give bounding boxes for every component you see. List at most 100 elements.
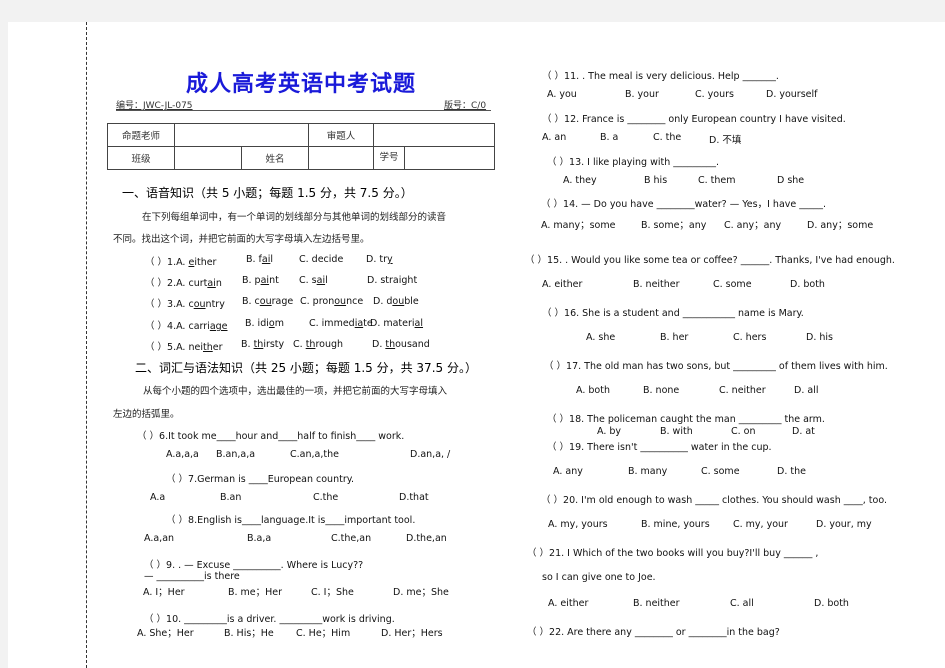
q20-option-d: D. your, my	[816, 519, 872, 530]
q12-option-a: A. an	[542, 132, 567, 143]
label-reviewer: 审题人	[308, 123, 374, 147]
question-number: （ ）5.A.	[145, 342, 189, 353]
info-table: 命题老师 审题人 班级 姓名 学号	[107, 123, 495, 170]
q8-option-a: A.a,an	[144, 533, 175, 544]
q15-option-c: C. some	[713, 279, 752, 290]
q4-option-b: B. idiom	[245, 318, 284, 329]
underlined-segment: th	[305, 339, 316, 350]
question-6-stem: （ ）6.It took me____hour and____half to f…	[137, 431, 405, 442]
question-number: （ ）2.A.	[145, 278, 189, 289]
underlined-segment: al	[414, 318, 424, 329]
info-row-1: 命题老师 审题人	[107, 123, 495, 147]
field-student-id[interactable]: 学号	[373, 146, 495, 170]
underlined-segment: age	[209, 321, 228, 332]
label-question-setter: 命题老师	[107, 123, 175, 147]
q13-option-c: C. them	[698, 175, 736, 186]
q6-option-a: A.a,a,a	[166, 449, 199, 460]
question-18-stem: （ ）18. The policeman caught the man ____…	[547, 414, 825, 425]
q21-option-d: D. both	[814, 598, 849, 609]
q15-option-d: D. both	[790, 279, 825, 290]
q14-option-c: C. any；any	[724, 220, 782, 231]
q4-option-c: C. immediate	[309, 318, 373, 329]
question-number: （ ）4.A.	[145, 321, 189, 332]
q4-option-a: （ ）4.A. carriage	[145, 321, 228, 332]
q11-option-d: D. yourself	[766, 89, 818, 100]
label-student-id: 学号	[374, 147, 405, 169]
q18-option-a: A. by	[597, 426, 622, 437]
underlined-segment: ou	[193, 299, 206, 310]
question-11-stem: （ ）11. . The meal is very delicious. Hel…	[542, 71, 779, 82]
underlined-segment: ou	[392, 296, 405, 307]
q9-option-c: C. I；She	[311, 587, 354, 598]
q5-option-c: C. through	[293, 339, 344, 350]
field-name[interactable]	[308, 146, 374, 170]
section2-heading: 二、词汇与语法知识（共 25 小题；每题 1.5 分，共 37.5 分。）	[135, 361, 477, 375]
q7-option-d: D.that	[399, 492, 429, 503]
q1-option-b: B. fail	[246, 254, 274, 265]
q9-option-a: A. I；Her	[143, 587, 185, 598]
q6-option-c: C.an,a,the	[290, 449, 339, 460]
label-class: 班级	[107, 146, 175, 170]
underlined-segment: ai	[207, 278, 216, 289]
q4-option-d: D. material	[370, 318, 424, 329]
question-15-stem: （ ）15. . Would you like some tea or coff…	[525, 255, 895, 266]
section2-instruction-1: 从每个小题的四个选项中，选出最佳的一项，并把它前面的大写字母填入	[143, 386, 448, 397]
section1-instruction-2: 不同。找出这个词，并把它前面的大写字母填入左边括号里。	[113, 234, 370, 245]
field-class[interactable]	[174, 146, 242, 170]
q3-option-b: B. courage	[242, 296, 294, 307]
q9-option-b: B. me；Her	[228, 587, 283, 598]
q21-option-a: A. either	[548, 598, 589, 609]
q12-option-d: D. 不填	[709, 135, 742, 146]
q20-option-b: B. mine, yours	[641, 519, 710, 530]
question-20-stem: （ ）20. I'm old enough to wash _____ clot…	[541, 495, 887, 506]
underlined-segment: th	[202, 342, 213, 353]
question-21-stem-2: so I can give one to Joe.	[542, 572, 656, 583]
section2-instruction-2: 左边的括弧里。	[113, 409, 180, 420]
q21-option-c: C. all	[730, 598, 754, 609]
q6-option-b: B.an,a,a	[216, 449, 256, 460]
q2-option-a: （ ）2.A. curtain	[145, 278, 222, 289]
student-id-input[interactable]	[405, 147, 494, 169]
question-19-stem: （ ）19. There isn't __________ water in t…	[547, 442, 772, 453]
q2-option-c: C. sail	[299, 275, 328, 286]
q15-option-b: B. neither	[633, 279, 680, 290]
q5-option-a: （ ）5.A. neither	[145, 342, 223, 353]
q10-option-a: A. She；Her	[137, 628, 194, 639]
q11-option-b: B. your	[625, 89, 659, 100]
q18-option-d: D. at	[792, 426, 815, 437]
q5-option-d: D. thousand	[372, 339, 430, 350]
underlined-segment: ia	[354, 318, 364, 329]
q7-option-a: A.a	[150, 492, 166, 503]
field-question-setter[interactable]	[174, 123, 309, 147]
question-14-stem: （ ）14. — Do you have ________water? — Ye…	[541, 199, 827, 210]
section1-heading: 一、语音知识（共 5 小题；每题 1.5 分，共 7.5 分。）	[122, 186, 413, 200]
q3-option-c: C. pronounce	[300, 296, 364, 307]
question-8-stem: （ ）8.English is____language.It is____imp…	[166, 515, 416, 526]
q19-option-c: C. some	[701, 466, 740, 477]
underlined-segment: ai	[260, 275, 270, 286]
underlined-segment: th	[385, 339, 396, 350]
underlined-segment: ai	[316, 275, 326, 286]
q15-option-a: A. either	[542, 279, 583, 290]
q20-option-a: A. my, yours	[548, 519, 608, 530]
field-reviewer[interactable]	[373, 123, 495, 147]
question-number: （ ）1.A.	[145, 257, 189, 268]
q19-option-d: D. the	[777, 466, 806, 477]
q16-option-c: C. hers	[733, 332, 767, 343]
q3-option-a: （ ）3.A. country	[145, 299, 225, 310]
q10-option-c: C. He；Him	[296, 628, 351, 639]
header-rule	[116, 110, 491, 111]
q19-option-b: B. many	[628, 466, 668, 477]
q9-option-d: D. me；She	[393, 587, 449, 598]
q16-option-a: A. she	[586, 332, 616, 343]
q12-option-c: C. the	[653, 132, 682, 143]
q17-option-a: A. both	[576, 385, 610, 396]
document-title: 成人高考英语中考试题	[186, 71, 417, 97]
q6-option-d: D.an,a, /	[410, 449, 451, 460]
q7-option-b: B.an	[220, 492, 242, 503]
q10-option-b: B. His；He	[224, 628, 274, 639]
q8-option-d: D.the,an	[406, 533, 447, 544]
q17-option-b: B. none	[643, 385, 680, 396]
q21-option-b: B. neither	[633, 598, 680, 609]
question-10-stem: （ ）10. _________is a driver. _________wo…	[144, 614, 395, 625]
